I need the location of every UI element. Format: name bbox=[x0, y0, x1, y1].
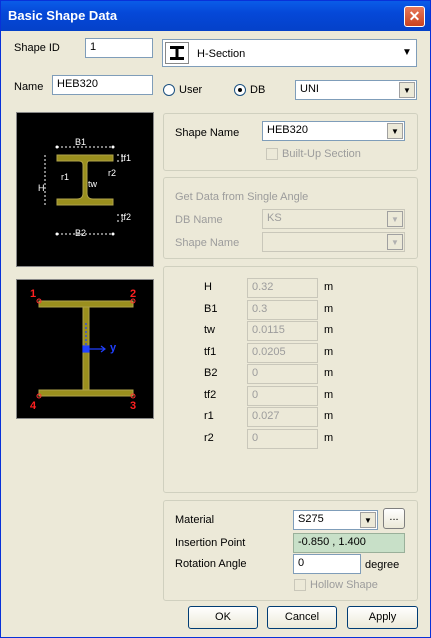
dimension-unit: m bbox=[324, 324, 334, 336]
tw-label: tw bbox=[88, 179, 97, 189]
user-radio[interactable] bbox=[163, 84, 175, 96]
dimension-label: tf1 bbox=[204, 345, 217, 358]
angle-shape-name-select[interactable]: ▼ bbox=[262, 232, 405, 252]
dimension-unit: m bbox=[324, 410, 334, 422]
dimension-input[interactable]: 0.0115 bbox=[247, 321, 318, 341]
h-section-icon bbox=[165, 42, 189, 64]
dimension-label: r1 bbox=[204, 410, 214, 422]
tf1-label: tf1 bbox=[121, 153, 132, 163]
insertion-point-label: Insertion Point bbox=[175, 537, 246, 549]
title-bar: Basic Shape Data ✕ bbox=[1, 1, 430, 31]
shape-name-label: Shape Name bbox=[175, 127, 240, 139]
user-radio-label: User bbox=[179, 84, 203, 96]
builtup-checkbox[interactable] bbox=[266, 148, 278, 160]
material-value: S275 bbox=[298, 513, 324, 525]
b1-label: B1 bbox=[75, 137, 87, 147]
shape-name-select[interactable]: HEB320 ▼ bbox=[262, 121, 405, 141]
tf2-label: tf2 bbox=[121, 212, 132, 222]
dimension-input[interactable]: 0 bbox=[247, 364, 318, 384]
dimension-unit: m bbox=[324, 431, 334, 444]
section-node-diagram: 1 2 3 4 y bbox=[16, 279, 154, 419]
basic-shape-data-dialog: Basic Shape Data ✕ Shape ID 1 Name HEB32… bbox=[0, 0, 431, 638]
dimension-label: tf2 bbox=[204, 388, 217, 401]
material-select[interactable]: S275 ▼ bbox=[293, 510, 378, 530]
dimension-input[interactable]: 0.027 bbox=[247, 407, 318, 427]
db-select-value: UNI bbox=[300, 83, 319, 95]
node-2-label: 2 bbox=[130, 288, 137, 300]
shape-id-label: Shape ID bbox=[14, 42, 60, 54]
dimension-input[interactable]: 0 bbox=[247, 428, 318, 449]
chevron-down-icon: ▼ bbox=[387, 211, 403, 227]
chevron-down-icon: ▼ bbox=[387, 234, 403, 250]
rotation-unit: degree bbox=[365, 559, 400, 571]
db-select[interactable]: UNI ▼ bbox=[295, 80, 417, 100]
shape-id-input[interactable]: 1 bbox=[85, 38, 153, 58]
r2-label: r2 bbox=[108, 168, 117, 178]
b2-label: B2 bbox=[75, 228, 87, 238]
db-radio[interactable] bbox=[234, 84, 246, 96]
angle-shape-name-label: Shape Name bbox=[175, 237, 240, 249]
close-button[interactable]: ✕ bbox=[404, 6, 425, 27]
name-input[interactable]: HEB320 bbox=[52, 75, 153, 95]
section-type-value: H-Section bbox=[197, 48, 246, 60]
ok-button[interactable]: OK bbox=[188, 606, 258, 629]
node-3-label: 3 bbox=[130, 400, 137, 412]
section-dimension-diagram: B1 B2 H tf1 tf2 tw r1 r2 bbox=[16, 112, 154, 267]
dimension-label: tw bbox=[204, 324, 215, 336]
db-name-select[interactable]: KS ▼ bbox=[262, 209, 405, 229]
chevron-down-icon: ▼ bbox=[360, 512, 376, 528]
chevron-down-icon: ▼ bbox=[387, 123, 403, 139]
dimension-label: B2 bbox=[204, 367, 218, 379]
db-name-value: KS bbox=[267, 212, 282, 224]
section-type-select[interactable]: H-Section ▼ bbox=[162, 39, 417, 67]
shape-name-value: HEB320 bbox=[267, 124, 308, 136]
dimension-label: r2 bbox=[204, 431, 214, 444]
top-flange bbox=[38, 300, 134, 308]
r1-label: r1 bbox=[61, 172, 70, 182]
dimension-unit: m bbox=[324, 388, 334, 401]
cancel-button[interactable]: Cancel bbox=[267, 606, 337, 629]
dimension-unit: m bbox=[324, 345, 334, 358]
apply-button[interactable]: Apply bbox=[347, 606, 418, 629]
db-radio-label: DB bbox=[250, 84, 266, 96]
single-angle-title: Get Data from Single Angle bbox=[175, 191, 309, 203]
bottom-flange bbox=[38, 389, 134, 397]
window-title: Basic Shape Data bbox=[8, 8, 118, 23]
dimension-input[interactable]: 0.0205 bbox=[247, 342, 318, 363]
h-label: H bbox=[38, 183, 45, 193]
dimension-unit: m bbox=[324, 302, 334, 315]
dimension-label: H bbox=[204, 281, 212, 293]
material-label: Material bbox=[175, 514, 215, 526]
dimension-unit: m bbox=[324, 367, 334, 379]
rotation-angle-label: Rotation Angle bbox=[175, 558, 247, 570]
dimension-input[interactable]: 0.32 bbox=[247, 278, 318, 298]
db-name-label: DB Name bbox=[175, 214, 223, 226]
insertion-point-field[interactable]: -0.850 , 1.400 bbox=[293, 533, 405, 553]
node-4-label: 4 bbox=[30, 400, 37, 412]
material-browse-button[interactable]: ... bbox=[383, 508, 405, 529]
node-1-label: 1 bbox=[30, 288, 37, 300]
name-label: Name bbox=[14, 81, 44, 93]
dimension-unit: m bbox=[324, 281, 334, 293]
chevron-down-icon: ▼ bbox=[402, 47, 412, 58]
hollow-shape-label: Hollow Shape bbox=[310, 579, 378, 591]
hollow-shape-checkbox[interactable] bbox=[294, 579, 306, 591]
builtup-label: Built-Up Section bbox=[282, 148, 361, 160]
chevron-down-icon: ▼ bbox=[399, 82, 415, 98]
rotation-angle-input[interactable]: 0 bbox=[293, 554, 361, 574]
dimension-input[interactable]: 0.3 bbox=[247, 299, 318, 320]
dimension-label: B1 bbox=[204, 302, 218, 315]
y-axis-label: y bbox=[110, 342, 117, 354]
dimension-input[interactable]: 0 bbox=[247, 385, 318, 406]
